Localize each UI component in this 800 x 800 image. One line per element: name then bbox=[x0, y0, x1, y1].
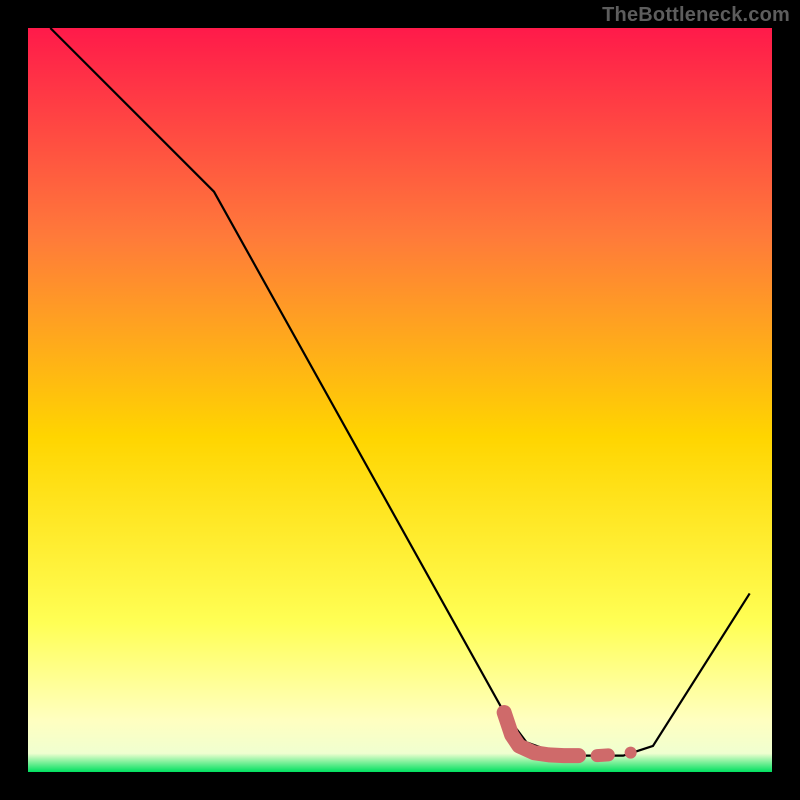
watermark-text: TheBottleneck.com bbox=[602, 4, 790, 27]
highlight-seg bbox=[597, 755, 608, 756]
chart-container: TheBottleneck.com bbox=[0, 0, 800, 800]
plot-background bbox=[28, 28, 772, 772]
bottleneck-chart bbox=[0, 0, 800, 800]
highlight-dot bbox=[625, 747, 637, 759]
